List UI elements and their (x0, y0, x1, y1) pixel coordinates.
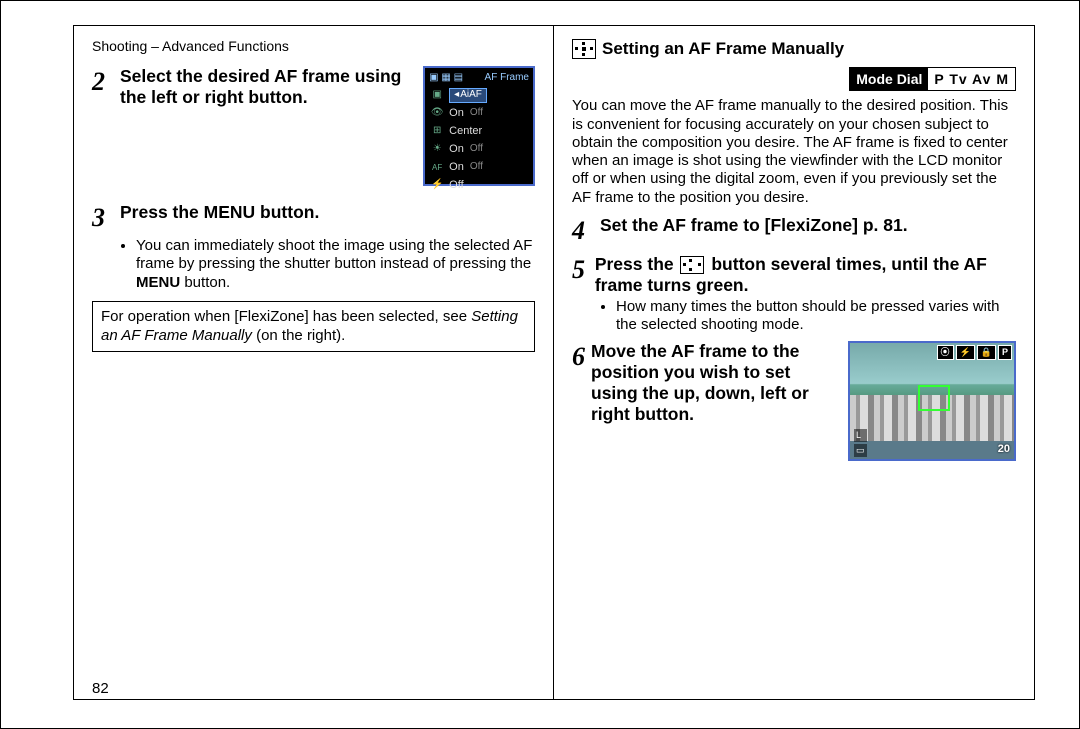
step-2-number: 2 (92, 66, 114, 99)
mode-dial-values: P Tv Av M (928, 68, 1015, 90)
hud-top-right: ⦿ ⚡ 🔒 P (937, 345, 1012, 360)
hud-icon: P (998, 345, 1012, 360)
step-3-bullet: You can immediately shoot the image usin… (92, 237, 535, 293)
right-column: Setting an AF Frame Manually Mode Dial P… (554, 26, 1034, 699)
flexizone-note: For operation when [FlexiZone] has been … (92, 301, 535, 353)
step-3-bullet-text: You can immediately shoot the image usin… (136, 237, 532, 273)
step-3-bullet-text2: button. (180, 274, 230, 291)
step-2: 2 Select the desired AF frame using the … (92, 66, 535, 186)
step-5-title: Press the button several times, until th… (595, 254, 1016, 296)
step-3-title: Press the MENU button. (120, 202, 319, 223)
step-2-title: Select the desired AF frame using the le… (120, 66, 413, 108)
lcd-row-icon: ☀ (429, 143, 445, 157)
hud-icon: ⦿ (937, 345, 954, 360)
intro-paragraph: You can move the AF frame manually to th… (572, 97, 1016, 207)
lcd-row-icon: 👁 (429, 107, 445, 121)
hud-bottom-left: L ▭ (854, 429, 867, 458)
page-number: 82 (92, 680, 109, 699)
lcd-row-icon: ⚡ (429, 179, 445, 193)
step-3-bullet-bold: MENU (136, 274, 180, 291)
hud-icon: 🔒 (977, 345, 996, 360)
step-3-number: 3 (92, 202, 114, 235)
mode-dial-badge: Mode Dial P Tv Av M (849, 67, 1016, 91)
lcd-row-val: On (449, 161, 464, 175)
hud-icon: ⚡ (956, 345, 975, 360)
af-point-select-icon (680, 256, 704, 274)
lcd-row-icon: ▣ (429, 89, 445, 103)
mode-dial-row: Mode Dial P Tv Av M (572, 67, 1016, 91)
hud-bottom-right: 20 (998, 443, 1010, 457)
step-6-number: 6 (572, 341, 585, 374)
step-5-bullet: How many times the button should be pres… (572, 298, 1016, 336)
lcd-row-val2: Off (468, 143, 483, 156)
lcd-row-val: On (449, 143, 464, 157)
lcd-row-val: Center (449, 125, 482, 139)
note-pre: For operation when [FlexiZone] has been … (101, 308, 471, 325)
lcd-row-val: AiAF (460, 89, 482, 102)
step-5-number: 5 (572, 254, 589, 287)
lcd-row-icon: ⊞ (429, 125, 445, 139)
page-content-frame: Shooting – Advanced Functions 2 Select t… (73, 25, 1035, 700)
hud-bl-1: L (854, 429, 867, 442)
step-4-title: Set the AF frame to [FlexiZone] p. 81. (600, 215, 908, 236)
step-6: 6 Move the AF frame to the position you … (572, 341, 1016, 461)
breadcrumb: Shooting – Advanced Functions (92, 38, 289, 56)
lcd-row-val2: Off (468, 107, 483, 120)
lcd-row-val: Off (449, 179, 463, 193)
af-point-select-icon (572, 39, 596, 59)
hud-bl-2: ▭ (854, 444, 867, 457)
step-5: 5 Press the button several times, until … (572, 254, 1016, 336)
lcd-title: AF Frame (485, 72, 529, 85)
lcd-tab-icons: ▣ ▦ ▤ (429, 72, 463, 85)
step-6-title: Move the AF frame to the position you wi… (591, 341, 838, 425)
lcd-selected-value: ◂ AiAF (449, 88, 487, 103)
lcd-row-val: On (449, 107, 464, 121)
mode-dial-label: Mode Dial (850, 68, 928, 90)
manual-page: Shooting – Advanced Functions 2 Select t… (0, 0, 1080, 729)
left-column: Shooting – Advanced Functions 2 Select t… (74, 26, 554, 699)
af-frame-indicator (918, 385, 950, 411)
step-5-bullet-text: How many times the button should be pres… (616, 298, 1016, 336)
lcd-preview-af-frame: ▣ ▦ ▤ AF Frame ▣ ◂ AiAF 👁 On Off ⊞ Center ☀ O… (423, 66, 535, 186)
note-post: (on the right). (252, 327, 345, 344)
lcd-row-icon: AF (429, 161, 445, 175)
right-heading-text: Setting an AF Frame Manually (602, 38, 844, 59)
photo-water (850, 441, 1014, 459)
lcd-row-val2: Off (468, 161, 483, 174)
step-2-head: 2 Select the desired AF frame using the … (92, 66, 413, 108)
step-3: 3 Press the MENU button. You can immedia… (92, 202, 535, 293)
step-5-title-pre: Press the (595, 254, 679, 274)
step-4: 4 Set the AF frame to [FlexiZone] p. 81. (572, 215, 1016, 248)
right-heading: Setting an AF Frame Manually (572, 38, 1016, 59)
step-4-number: 4 (572, 215, 594, 248)
lcd-preview-move-af: ⦿ ⚡ 🔒 P L ▭ 20 (848, 341, 1016, 461)
